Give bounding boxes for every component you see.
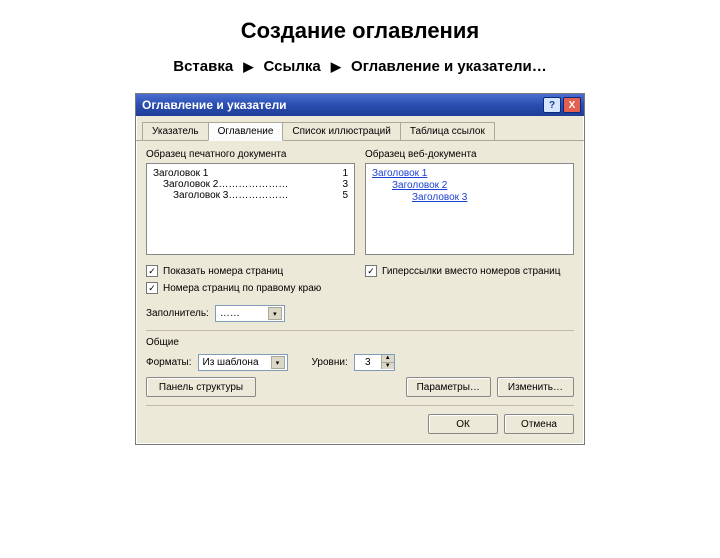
- cancel-button[interactable]: Отмена: [504, 414, 574, 434]
- print-preview: Заголовок 1 1 Заголовок 2………………… 3 Загол…: [146, 163, 355, 255]
- hyperlinks-checkbox[interactable]: ✓: [365, 265, 377, 277]
- toc-web-line: Заголовок 1: [372, 168, 567, 179]
- breadcrumb: Вставка ▶ Ссылка ▶ Оглавление и указател…: [0, 58, 720, 75]
- web-preview: Заголовок 1 Заголовок 2 Заголовок 3: [365, 163, 574, 255]
- page-title: Создание оглавления: [0, 18, 720, 44]
- breadcrumb-item-1: Ссылка: [264, 58, 321, 75]
- print-preview-label: Образец печатного документа: [146, 149, 355, 160]
- filler-label: Заполнитель:: [146, 308, 209, 319]
- toc-print-page: 3: [342, 179, 348, 190]
- levels-value: 3: [355, 355, 381, 370]
- spinner-down-icon[interactable]: ▼: [381, 362, 394, 369]
- right-align-label: Номера страниц по правому краю: [163, 283, 321, 294]
- tab-index[interactable]: Указатель: [142, 122, 209, 140]
- levels-spinner[interactable]: 3 ▲ ▼: [354, 354, 395, 371]
- help-button[interactable]: ?: [543, 97, 561, 113]
- breadcrumb-item-0: Вставка: [173, 58, 233, 75]
- tab-references[interactable]: Таблица ссылок: [400, 122, 495, 140]
- toc-print-page: 1: [342, 168, 348, 179]
- filler-combo[interactable]: …… ▾: [215, 305, 285, 322]
- general-group-label: Общие: [146, 337, 574, 348]
- right-align-checkbox[interactable]: ✓: [146, 282, 158, 294]
- dialog-title: Оглавление и указатели: [142, 98, 287, 112]
- title-bar: Оглавление и указатели ? X: [136, 94, 584, 116]
- show-page-numbers-label: Показать номера страниц: [163, 266, 283, 277]
- hyperlinks-label: Гиперссылки вместо номеров страниц: [382, 266, 560, 277]
- levels-label: Уровни:: [312, 357, 348, 368]
- dialog-window: Оглавление и указатели ? X Указатель Огл…: [135, 93, 585, 445]
- formats-label: Форматы:: [146, 357, 192, 368]
- toc-web-line: Заголовок 2: [382, 180, 567, 191]
- params-button[interactable]: Параметры…: [406, 377, 491, 397]
- toc-panel-button[interactable]: Панель структуры: [146, 377, 256, 397]
- spinner-up-icon[interactable]: ▲: [381, 355, 394, 362]
- tab-strip: Указатель Оглавление Список иллюстраций …: [136, 116, 584, 141]
- modify-button[interactable]: Изменить…: [497, 377, 574, 397]
- chevron-down-icon: ▾: [268, 307, 282, 320]
- toc-print-line: Заголовок 3………………: [173, 190, 288, 201]
- tab-toc[interactable]: Оглавление: [208, 122, 284, 141]
- formats-combo[interactable]: Из шаблона ▾: [198, 354, 288, 371]
- toc-print-page: 5: [342, 190, 348, 201]
- chevron-right-icon: ▶: [243, 59, 253, 75]
- chevron-down-icon: ▾: [271, 356, 285, 369]
- tab-illustrations[interactable]: Список иллюстраций: [282, 122, 400, 140]
- ok-button[interactable]: ОК: [428, 414, 498, 434]
- filler-value: ……: [220, 308, 268, 319]
- toc-print-line: Заголовок 2…………………: [163, 179, 288, 190]
- chevron-right-icon: ▶: [331, 59, 341, 75]
- toc-print-line: Заголовок 1: [153, 168, 208, 179]
- web-preview-label: Образец веб-документа: [365, 149, 574, 160]
- show-page-numbers-checkbox[interactable]: ✓: [146, 265, 158, 277]
- toc-web-line: Заголовок 3: [392, 192, 567, 203]
- breadcrumb-item-2: Оглавление и указатели…: [351, 58, 547, 75]
- formats-value: Из шаблона: [203, 357, 271, 368]
- close-button[interactable]: X: [563, 97, 581, 113]
